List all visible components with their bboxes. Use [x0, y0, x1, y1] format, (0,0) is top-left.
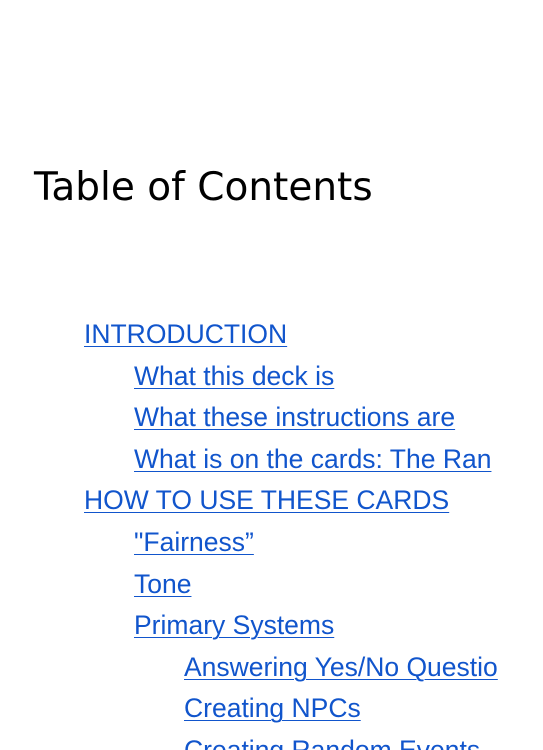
toc-entry-answering-yes-no: Answering Yes/No Questio: [0, 647, 543, 689]
toc-link-primary-systems[interactable]: Primary Systems: [134, 610, 334, 640]
toc-link-answering-yes-no[interactable]: Answering Yes/No Questio: [184, 652, 498, 682]
document-page: Table of Contents INTRODUCTION What this…: [0, 0, 543, 750]
toc-link-fairness[interactable]: "Fairness”: [134, 527, 254, 557]
toc-link-introduction[interactable]: INTRODUCTION: [84, 319, 287, 349]
toc-entry-fairness: "Fairness”: [0, 522, 543, 564]
toc-link-creating-npcs[interactable]: Creating NPCs: [184, 693, 361, 723]
toc-entry-what-this-deck-is: What this deck is: [0, 356, 543, 398]
toc-link-what-is-on-the-cards[interactable]: What is on the cards: The Ran: [134, 444, 491, 474]
toc-entry-what-these-instructions-are: What these instructions are: [0, 397, 543, 439]
toc-entry-how-to-use: HOW TO USE THESE CARDS: [0, 480, 543, 522]
toc-entry-creating-npcs: Creating NPCs: [0, 688, 543, 730]
toc-entry-creating-random-events: Creating Random Events: [0, 730, 543, 750]
toc-link-tone[interactable]: Tone: [134, 569, 191, 599]
table-of-contents: INTRODUCTION What this deck is What thes…: [0, 314, 543, 750]
toc-link-what-these-instructions-are[interactable]: What these instructions are: [134, 402, 455, 432]
toc-entry-primary-systems: Primary Systems: [0, 605, 543, 647]
toc-entry-introduction: INTRODUCTION: [0, 314, 543, 356]
page-title: Table of Contents: [34, 165, 373, 210]
toc-entry-tone: Tone: [0, 564, 543, 606]
toc-link-creating-random-events[interactable]: Creating Random Events: [184, 735, 480, 750]
toc-entry-what-is-on-the-cards: What is on the cards: The Ran: [0, 439, 543, 481]
toc-link-how-to-use[interactable]: HOW TO USE THESE CARDS: [84, 485, 449, 515]
toc-link-what-this-deck-is[interactable]: What this deck is: [134, 361, 334, 391]
